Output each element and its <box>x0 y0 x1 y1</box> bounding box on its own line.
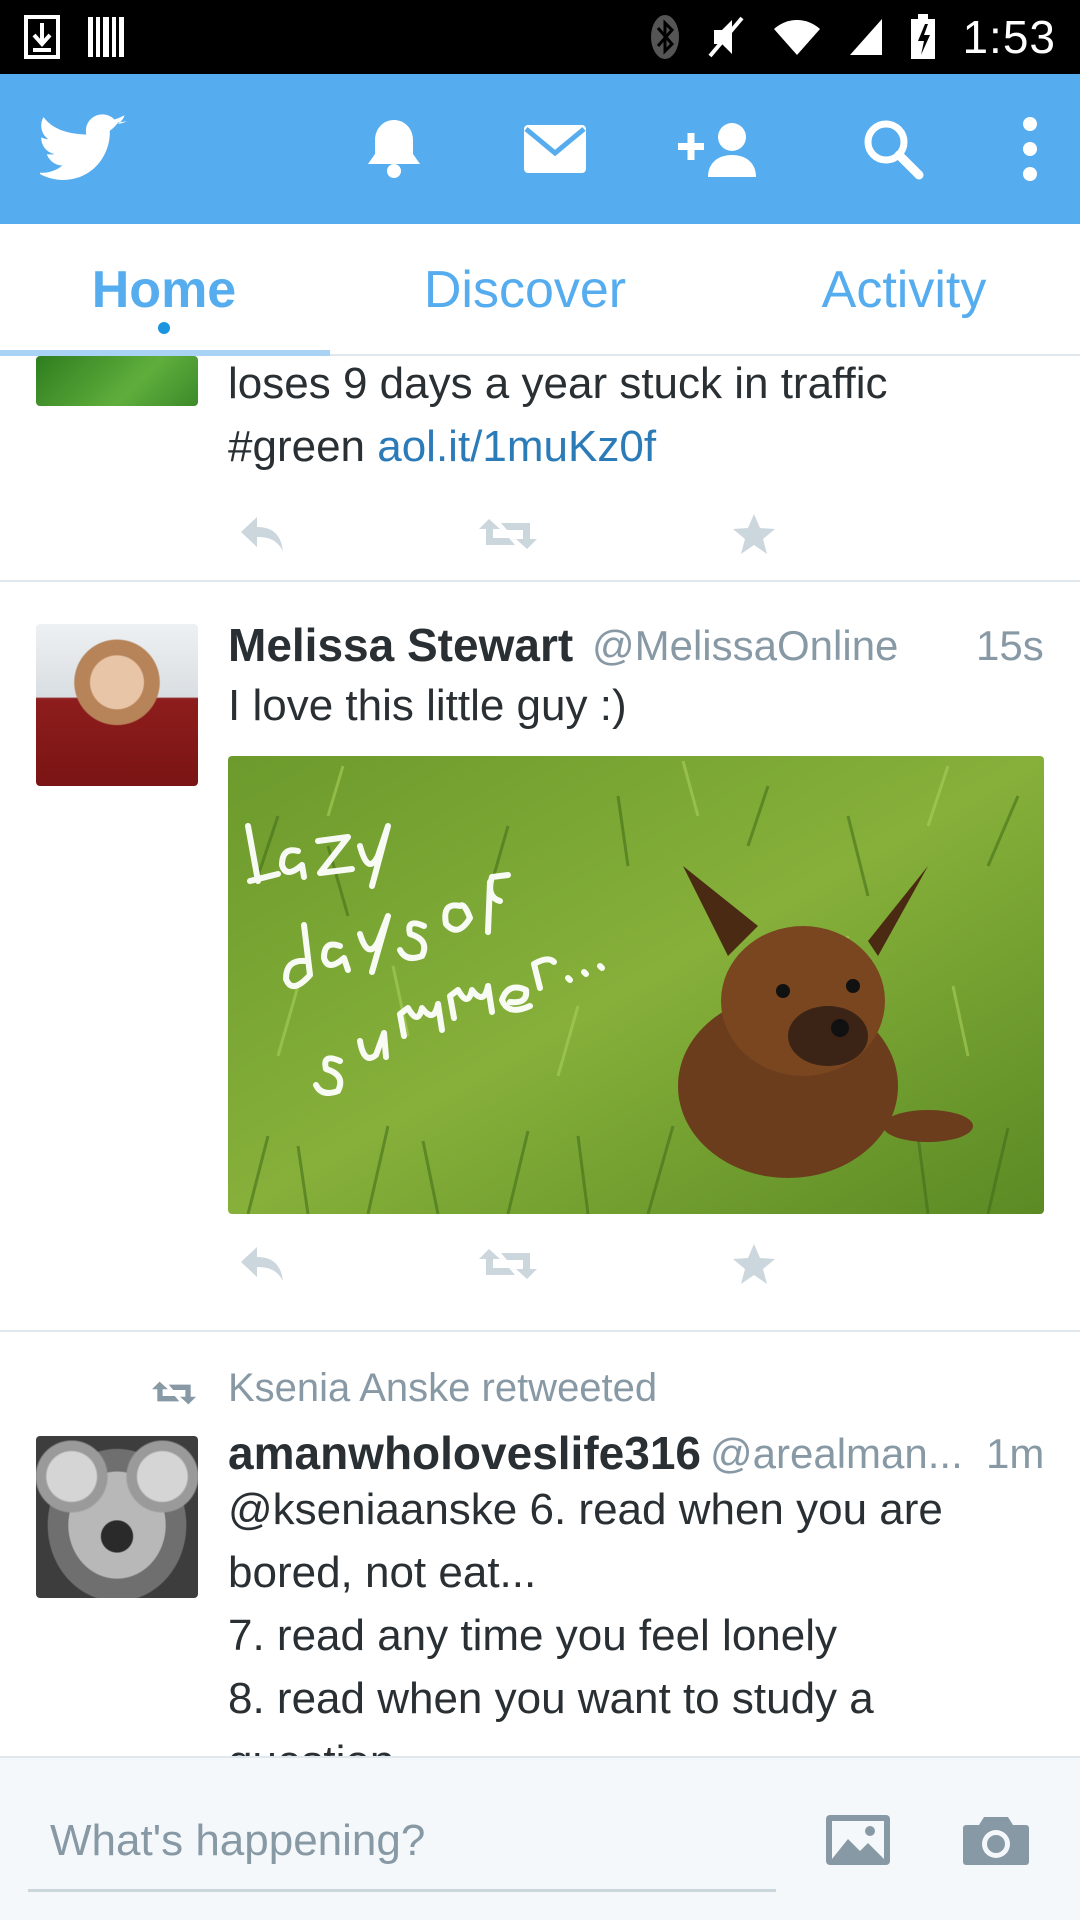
tweet-timestamp: 15s <box>976 622 1044 669</box>
star-icon <box>733 514 775 554</box>
bell-icon <box>368 120 420 178</box>
tweet-author-handle[interactable]: @MelissaOnline <box>592 622 898 670</box>
camera-button[interactable] <box>940 1784 1052 1896</box>
signal-icon <box>848 17 884 57</box>
status-bar: 1:53 <box>0 0 1080 74</box>
tweet-text-line: loses 9 days a year stuck in traffic <box>228 359 888 408</box>
favorite-button[interactable] <box>704 1234 804 1294</box>
retweeted-indicator <box>146 1368 202 1418</box>
retweet-button[interactable] <box>458 504 558 564</box>
favorite-button[interactable] <box>704 504 804 564</box>
tweet-text-line: 7. read any time you feel lonely <box>228 1611 838 1660</box>
retweeted-by-label[interactable]: Ksenia Anske retweeted <box>228 1366 657 1411</box>
tweet-text-line: 8. read when you want to study a <box>228 1674 874 1723</box>
reply-button[interactable] <box>212 1234 312 1294</box>
compose-bar <box>0 1756 1080 1920</box>
tweet-actions <box>212 504 775 564</box>
hashtag-text[interactable]: #green <box>228 422 377 471</box>
tweet-text: loses 9 days a year stuck in traffic #gr… <box>228 356 1048 478</box>
tab-discover[interactable]: Discover <box>394 238 656 342</box>
twitter-home-button[interactable] <box>18 94 154 204</box>
avatar[interactable] <box>36 356 198 406</box>
star-icon <box>733 1244 775 1284</box>
wifi-icon <box>772 17 822 57</box>
tab-activity[interactable]: Activity <box>774 238 1034 342</box>
notifications-button[interactable] <box>332 94 456 204</box>
twitter-bird-icon <box>40 114 127 180</box>
download-icon <box>24 15 60 59</box>
mail-icon <box>524 125 586 173</box>
tweet-photo[interactable] <box>228 756 1044 1214</box>
overflow-menu-button[interactable] <box>1000 94 1060 204</box>
tweet-text: I love this little guy :) <box>228 681 627 730</box>
bluetooth-icon <box>650 14 680 60</box>
retweet-icon <box>152 1381 196 1405</box>
search-icon <box>864 120 924 180</box>
tab-bar: Home Discover Activity <box>0 224 1080 356</box>
reply-button[interactable] <box>212 504 312 564</box>
retweet-icon <box>479 519 537 549</box>
status-time: 1:53 <box>962 11 1056 63</box>
reply-icon <box>241 517 283 551</box>
tweet-divider <box>0 1330 1080 1332</box>
tweet-text-line: @kseniaanske 6. read when you are <box>228 1485 943 1534</box>
add-user-icon <box>678 123 756 177</box>
messages-button[interactable] <box>490 94 620 204</box>
mute-icon <box>706 14 746 60</box>
reply-icon <box>241 1247 283 1281</box>
tweet-text-line: #green aol.it/1muKz0f <box>228 415 1048 478</box>
timeline[interactable]: loses 9 days a year stuck in traffic #gr… <box>0 356 1080 1756</box>
tweet-text-line: bored, not eat... <box>228 1548 537 1597</box>
add-image-button[interactable] <box>802 1784 914 1896</box>
tweet-actions <box>212 1234 775 1294</box>
tweet-author-handle[interactable]: @arealman... <box>710 1430 963 1478</box>
image-icon <box>826 1815 890 1865</box>
tweet-divider <box>0 580 1080 582</box>
avatar[interactable] <box>36 624 198 786</box>
barcode-icon <box>86 15 126 59</box>
tweet-author-name[interactable]: Melissa Stewart <box>228 618 573 672</box>
new-content-indicator <box>158 322 170 334</box>
tweet-timestamp: 1m <box>986 1430 1045 1477</box>
retweet-icon <box>479 1249 537 1279</box>
dog-in-grass-image <box>228 756 1044 1214</box>
action-bar <box>0 74 1080 224</box>
tweet-author-name[interactable]: amanwholoveslife316 <box>228 1426 701 1480</box>
retweet-button[interactable] <box>458 1234 558 1294</box>
avatar[interactable] <box>36 1436 198 1598</box>
tweet-link[interactable]: aol.it/1muKz0f <box>377 422 656 471</box>
camera-icon <box>963 1817 1029 1865</box>
tweet-text-line: question <box>228 1730 1058 1756</box>
battery-icon <box>910 14 936 60</box>
compose-tweet-input[interactable] <box>28 1792 776 1892</box>
search-button[interactable] <box>826 94 960 204</box>
add-user-button[interactable] <box>654 94 788 204</box>
overflow-menu-icon <box>1023 117 1037 181</box>
tweet-text: @kseniaanske 6. read when you are bored,… <box>228 1478 1058 1756</box>
